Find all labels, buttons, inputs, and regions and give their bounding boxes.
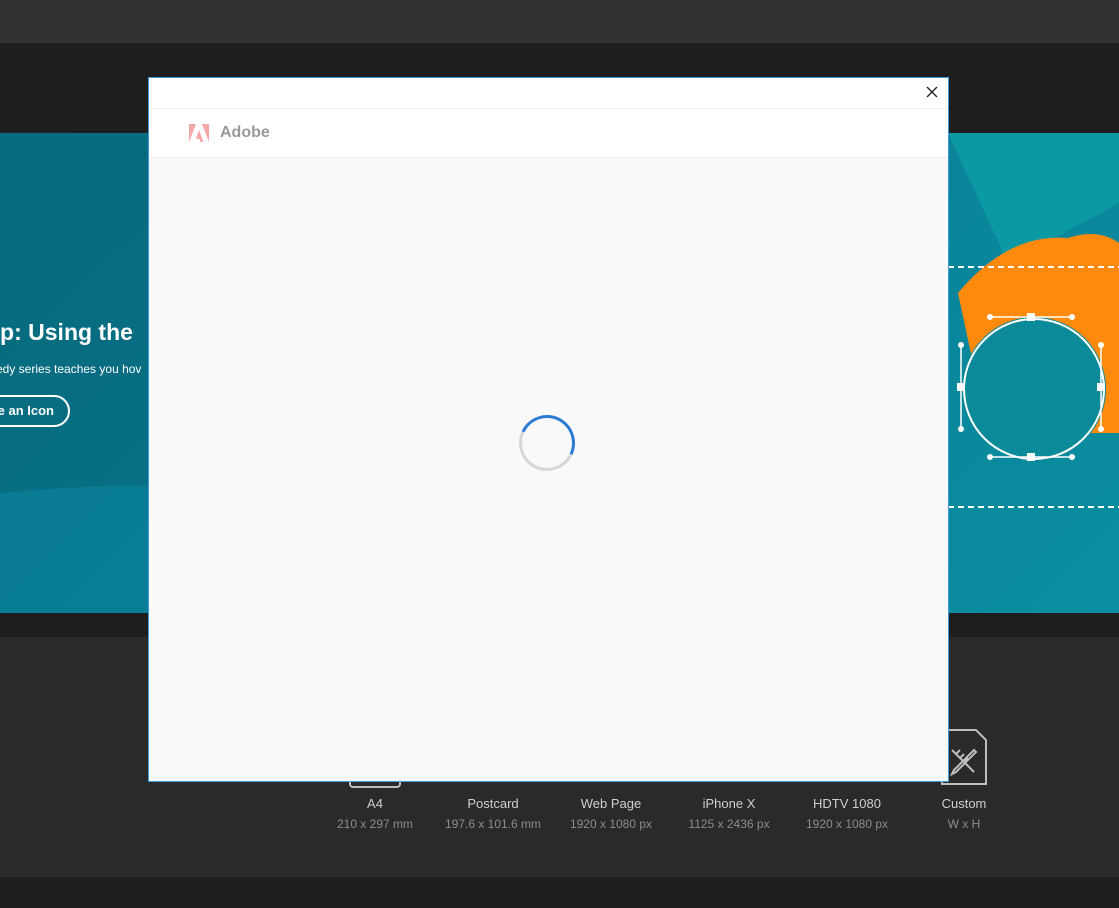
dialog-title-bar <box>149 78 948 108</box>
preset-name: Web Page <box>580 796 642 811</box>
hero-subtitle: edy series teaches you hov <box>0 362 142 376</box>
preset-name: iPhone X <box>702 796 756 811</box>
preset-size: 197.6 x 101.6 mm <box>444 817 542 831</box>
preset-iphone-x[interactable]: iPhone X 1125 x 2436 px <box>674 796 784 832</box>
preset-hdtv-1080[interactable]: HDTV 1080 1920 x 1080 px <box>792 796 902 832</box>
hero-cta-button[interactable]: e an Icon <box>0 395 70 427</box>
preset-custom[interactable]: Custom W x H <box>909 796 1019 832</box>
preset-size: 210 x 297 mm <box>336 817 414 831</box>
preset-a4[interactable]: A4 210 x 297 mm <box>320 796 430 832</box>
loading-spinner-icon <box>511 407 583 479</box>
preset-web-page[interactable]: Web Page 1920 x 1080 px <box>556 796 666 832</box>
preset-postcard[interactable]: Postcard 197.6 x 101.6 mm <box>438 796 548 832</box>
preset-size: 1920 x 1080 px <box>805 817 889 831</box>
preset-name: HDTV 1080 <box>813 796 881 811</box>
sign-in-dialog: Adobe <box>148 77 949 782</box>
adobe-logo-icon <box>189 124 209 142</box>
hero-title: up: Using the <box>0 319 133 345</box>
preset-size: 1125 x 2436 px <box>688 817 770 831</box>
close-icon[interactable] <box>924 84 940 100</box>
top-bar <box>0 0 1119 43</box>
preset-size: 1920 x 1080 px <box>569 817 653 831</box>
hero-illustration <box>948 133 1119 508</box>
preset-name: Custom <box>941 796 987 811</box>
preset-name: Postcard <box>467 796 519 811</box>
preset-size: W x H <box>947 817 981 831</box>
dialog-header: Adobe <box>149 108 948 158</box>
bottom-bar <box>0 877 1119 908</box>
brand-name: Adobe <box>220 124 270 141</box>
preset-name: A4 <box>367 796 383 811</box>
